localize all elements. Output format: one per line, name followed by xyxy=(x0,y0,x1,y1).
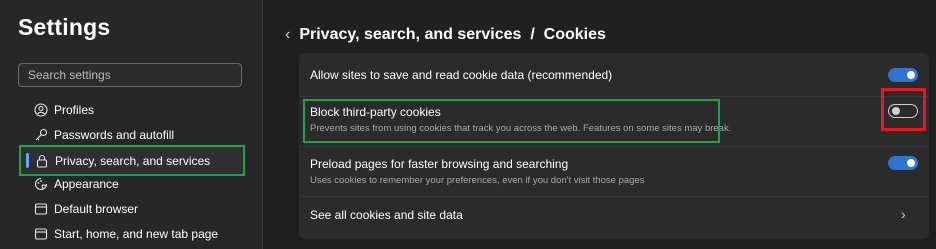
sidebar-item-profiles[interactable]: Profiles xyxy=(18,98,244,122)
profile-icon xyxy=(34,103,48,117)
row-divider xyxy=(299,146,929,147)
row-divider xyxy=(299,96,929,97)
sidebar-item-default-browser[interactable]: Default browser xyxy=(18,197,244,221)
home-icon xyxy=(34,227,48,241)
allow-cookies-label: Allow sites to save and read cookie data… xyxy=(310,68,613,82)
sidebar-divider xyxy=(262,0,263,249)
chevron-right-icon[interactable]: › xyxy=(901,206,906,222)
breadcrumb-separator: / xyxy=(530,26,535,43)
sidebar-item-passwords[interactable]: Passwords and autofill xyxy=(18,123,244,147)
sidebar-item-label: Start, home, and new tab page xyxy=(54,227,219,241)
see-all-cookies-link[interactable]: See all cookies and site data xyxy=(310,208,463,222)
breadcrumb-current: Cookies xyxy=(543,26,606,43)
highlight-block-third-party xyxy=(303,99,720,143)
lock-icon xyxy=(35,154,49,168)
appearance-icon xyxy=(34,177,48,191)
toggle-knob xyxy=(907,159,915,167)
sidebar-item-label: Profiles xyxy=(54,103,95,117)
browser-icon xyxy=(34,202,48,216)
highlight-toggle xyxy=(881,88,926,131)
active-indicator xyxy=(26,153,29,168)
sidebar-item-start-home[interactable]: Start, home, and new tab page xyxy=(18,222,244,246)
sidebar-item-label: Appearance xyxy=(54,177,119,191)
preload-pages-description: Uses cookies to remember your preference… xyxy=(310,175,645,186)
toggle-knob xyxy=(907,71,915,79)
row-divider xyxy=(299,196,929,197)
cookie-settings-card: Allow sites to save and read cookie data… xyxy=(299,53,929,239)
sidebar: Settings Profiles Passwords and autofill… xyxy=(0,0,262,249)
key-icon xyxy=(34,128,48,142)
page-title: Privacy, search, and services / Cookies xyxy=(299,26,606,44)
breadcrumb-parent[interactable]: Privacy, search, and services xyxy=(299,26,521,43)
settings-title: Settings xyxy=(18,14,111,40)
preload-pages-label: Preload pages for faster browsing and se… xyxy=(310,157,569,171)
page-header: ‹ Privacy, search, and services / Cookie… xyxy=(285,26,606,44)
chevron-left-icon[interactable]: ‹ xyxy=(285,27,290,43)
preload-pages-toggle[interactable] xyxy=(888,156,918,170)
settings-window: Settings Profiles Passwords and autofill… xyxy=(0,0,936,249)
sidebar-item-label: Privacy, search, and services xyxy=(55,153,211,168)
sidebar-item-label: Default browser xyxy=(54,202,139,216)
allow-cookies-toggle[interactable] xyxy=(888,68,918,82)
search-settings-input[interactable] xyxy=(18,63,242,87)
sidebar-item-label: Passwords and autofill xyxy=(54,128,175,142)
sidebar-item-appearance[interactable]: Appearance xyxy=(18,172,244,196)
